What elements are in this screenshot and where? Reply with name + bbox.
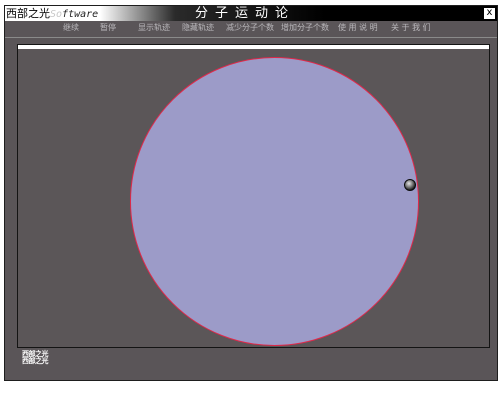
menu-item-pause[interactable]: 暂停	[100, 23, 116, 33]
app-logo-cn: 西部之光	[6, 7, 50, 20]
menu-item-hide-trajectory[interactable]: 隐藏轨迹	[182, 23, 214, 33]
close-button[interactable]: x	[483, 7, 496, 20]
stage-top-border	[18, 45, 489, 49]
molecule-particle	[404, 179, 416, 191]
menu-item-continue[interactable]: 继续	[63, 23, 79, 33]
menu-item-about-us[interactable]: 关 于 我 们	[391, 23, 431, 33]
title-bar: 西部之光Software 分子运动论 x	[5, 6, 497, 21]
footer-logo: 西部之光 西部之光	[22, 351, 56, 365]
app-logo-so: So	[50, 9, 63, 20]
footer-logo-line2: 西部之光	[22, 357, 49, 365]
app-window: 西部之光Software 分子运动论 x 继续 暂停 显示轨迹 隐藏轨迹 减少分…	[4, 5, 498, 381]
app-logo-ftware: ftware	[62, 9, 99, 20]
menu-item-remove-molecules[interactable]: 减少分子个数	[226, 23, 274, 33]
menu-item-add-molecules[interactable]: 增加分子个数	[281, 23, 329, 33]
molecule-container-circle	[130, 57, 419, 346]
window-title: 分子运动论	[195, 6, 296, 21]
menu-item-show-trajectory[interactable]: 显示轨迹	[138, 23, 170, 33]
menu-item-instructions[interactable]: 使 用 说 明	[338, 23, 378, 33]
simulation-stage	[17, 44, 490, 348]
app-logo: 西部之光Software	[6, 7, 98, 20]
menu-bar: 继续 暂停 显示轨迹 隐藏轨迹 减少分子个数 增加分子个数 使 用 说 明 关 …	[5, 21, 497, 38]
